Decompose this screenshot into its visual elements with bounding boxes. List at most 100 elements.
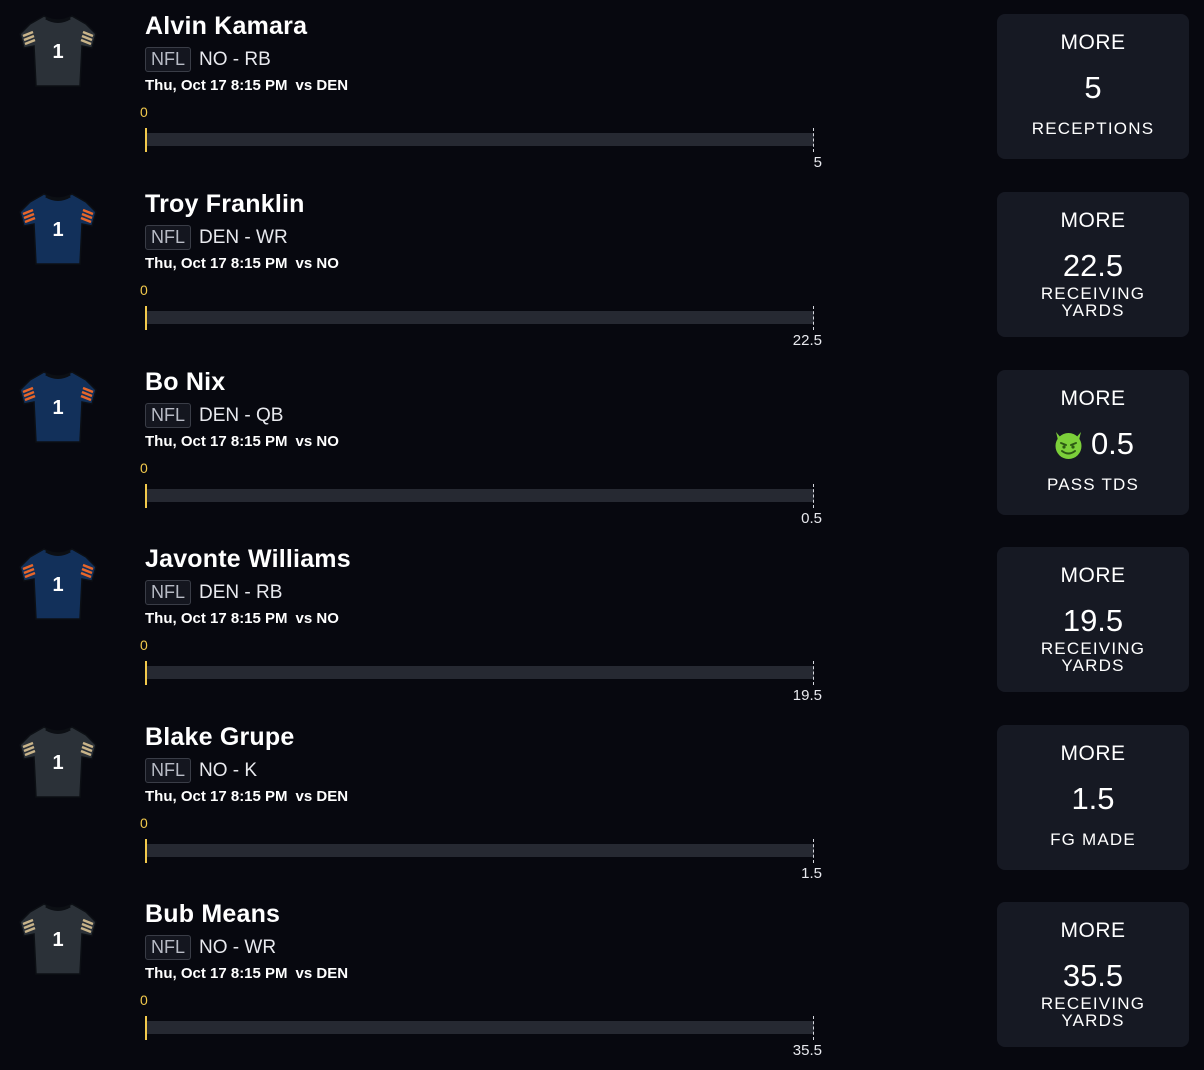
opponent: vs DEN bbox=[295, 965, 349, 982]
progress-target-label: 5 bbox=[813, 154, 822, 171]
pick-card[interactable]: MORE 0.5 PASS TDS bbox=[997, 370, 1189, 515]
progress-track bbox=[145, 489, 814, 502]
pick-card[interactable]: MORE 22.5 RECEIVING YARDS bbox=[997, 192, 1189, 337]
pick-line-value: 0.5 bbox=[1090, 426, 1135, 461]
game-info: Thu, Oct 17 8:15 PM vs DEN bbox=[145, 788, 348, 805]
progress-target-label: 19.5 bbox=[792, 687, 822, 704]
progress-track bbox=[145, 666, 814, 679]
pick-line: 5 bbox=[997, 70, 1189, 106]
player-meta: NFL DEN - WR bbox=[145, 225, 288, 250]
progress-target-label: 22.5 bbox=[792, 332, 822, 349]
pick-card[interactable]: MORE 5 RECEPTIONS bbox=[997, 14, 1189, 159]
opponent: vs DEN bbox=[295, 788, 349, 805]
pick-stat-type: RECEPTIONS bbox=[997, 120, 1189, 137]
jersey-icon: 1 bbox=[18, 723, 98, 803]
progress-target-marker bbox=[813, 661, 814, 685]
game-info: Thu, Oct 17 8:15 PM vs NO bbox=[145, 433, 339, 450]
pick-card[interactable]: MORE 35.5 RECEIVING YARDS bbox=[997, 902, 1189, 1047]
progress-start-label: 0 bbox=[140, 815, 148, 831]
team-position: DEN - QB bbox=[199, 404, 284, 426]
pick-stat-line1: RECEIVING bbox=[1040, 284, 1146, 303]
pick-stat-line2: YARDS bbox=[1061, 1011, 1125, 1030]
player-meta: NFL NO - K bbox=[145, 758, 257, 783]
opponent: vs DEN bbox=[295, 77, 349, 94]
progress-target-label: 0.5 bbox=[801, 510, 822, 527]
progress-track bbox=[145, 1021, 814, 1034]
progress-start-label: 0 bbox=[140, 992, 148, 1008]
player-name[interactable]: Troy Franklin bbox=[145, 190, 305, 219]
player-meta: NFL DEN - QB bbox=[145, 403, 283, 428]
league-badge: NFL bbox=[145, 225, 192, 250]
progress-start-label: 0 bbox=[140, 460, 148, 476]
opponent: vs NO bbox=[295, 610, 339, 627]
jersey-icon: 1 bbox=[18, 900, 98, 980]
jersey-number: 1 bbox=[52, 929, 63, 951]
game-time: Thu, Oct 17 8:15 PM bbox=[145, 77, 288, 94]
progress-target-marker bbox=[813, 128, 814, 152]
team-position: NO - K bbox=[199, 759, 258, 781]
pick-stat-line1: PASS TDS bbox=[1046, 475, 1140, 494]
pick-direction: MORE bbox=[1060, 31, 1126, 54]
player-name[interactable]: Javonte Williams bbox=[145, 545, 351, 574]
player-name[interactable]: Bub Means bbox=[145, 900, 280, 929]
jersey-number: 1 bbox=[52, 397, 63, 419]
pick-line-value: 35.5 bbox=[1062, 958, 1124, 993]
team-position: NO - RB bbox=[199, 48, 271, 70]
progress-current-marker bbox=[145, 661, 147, 685]
jersey-number: 1 bbox=[52, 752, 63, 774]
progress-track bbox=[145, 133, 814, 146]
pick-direction: MORE bbox=[1060, 387, 1126, 410]
pick-line-value: 1.5 bbox=[1071, 781, 1115, 816]
progress-target-label: 1.5 bbox=[801, 865, 822, 882]
progress-target-marker bbox=[813, 1016, 814, 1040]
progress-current-marker bbox=[145, 306, 147, 330]
game-info: Thu, Oct 17 8:15 PM vs NO bbox=[145, 255, 339, 272]
pick-direction: MORE bbox=[1060, 564, 1126, 587]
jersey-icon: 1 bbox=[18, 190, 98, 270]
pick-direction: MORE bbox=[1060, 919, 1126, 942]
pick-stat-type: RECEIVING YARDS bbox=[997, 640, 1189, 674]
pick-stat-line2: YARDS bbox=[1061, 656, 1125, 675]
player-name[interactable]: Alvin Kamara bbox=[145, 12, 307, 41]
pick-card[interactable]: MORE 1.5 FG MADE bbox=[997, 725, 1189, 870]
pick-stat-type: FG MADE bbox=[997, 831, 1189, 848]
pick-line-value: 22.5 bbox=[1062, 248, 1124, 283]
pick-stat-line1: RECEIVING bbox=[1040, 994, 1146, 1013]
pick-stat-line1: RECEPTIONS bbox=[1031, 119, 1155, 138]
player-name[interactable]: Bo Nix bbox=[145, 368, 225, 397]
league-badge: NFL bbox=[145, 47, 192, 72]
team-position: DEN - WR bbox=[199, 226, 288, 248]
progress-current-marker bbox=[145, 484, 147, 508]
progress-track bbox=[145, 844, 814, 857]
pick-line-value: 19.5 bbox=[1062, 603, 1124, 638]
game-info: Thu, Oct 17 8:15 PM vs DEN bbox=[145, 77, 348, 94]
progress-target-marker bbox=[813, 306, 814, 330]
player-name[interactable]: Blake Grupe bbox=[145, 723, 294, 752]
jersey-icon: 1 bbox=[18, 12, 98, 92]
pick-stat-line1: RECEIVING bbox=[1040, 639, 1146, 658]
jersey-icon: 1 bbox=[18, 545, 98, 625]
pick-line-value: 5 bbox=[1084, 70, 1102, 105]
pick-line: 1.5 bbox=[997, 781, 1189, 817]
progress-target-marker bbox=[813, 839, 814, 863]
pick-card[interactable]: MORE 19.5 RECEIVING YARDS bbox=[997, 547, 1189, 692]
league-badge: NFL bbox=[145, 935, 192, 960]
jersey-number: 1 bbox=[52, 41, 63, 63]
progress-current-marker bbox=[145, 839, 147, 863]
pick-line: 19.5 bbox=[997, 603, 1189, 639]
pick-direction: MORE bbox=[1060, 209, 1126, 232]
game-time: Thu, Oct 17 8:15 PM bbox=[145, 788, 288, 805]
progress-current-marker bbox=[145, 1016, 147, 1040]
opponent: vs NO bbox=[295, 255, 339, 272]
progress-current-marker bbox=[145, 128, 147, 152]
pick-line: 22.5 bbox=[997, 248, 1189, 284]
progress-target-marker bbox=[813, 484, 814, 508]
player-meta: NFL NO - WR bbox=[145, 935, 276, 960]
pick-stat-line1: FG MADE bbox=[1050, 830, 1136, 849]
pick-stat-type: RECEIVING YARDS bbox=[997, 995, 1189, 1029]
demon-icon bbox=[1052, 428, 1085, 461]
pick-stat-type: RECEIVING YARDS bbox=[997, 285, 1189, 319]
team-position: DEN - RB bbox=[199, 581, 283, 603]
game-time: Thu, Oct 17 8:15 PM bbox=[145, 610, 288, 627]
jersey-icon: 1 bbox=[18, 368, 98, 448]
